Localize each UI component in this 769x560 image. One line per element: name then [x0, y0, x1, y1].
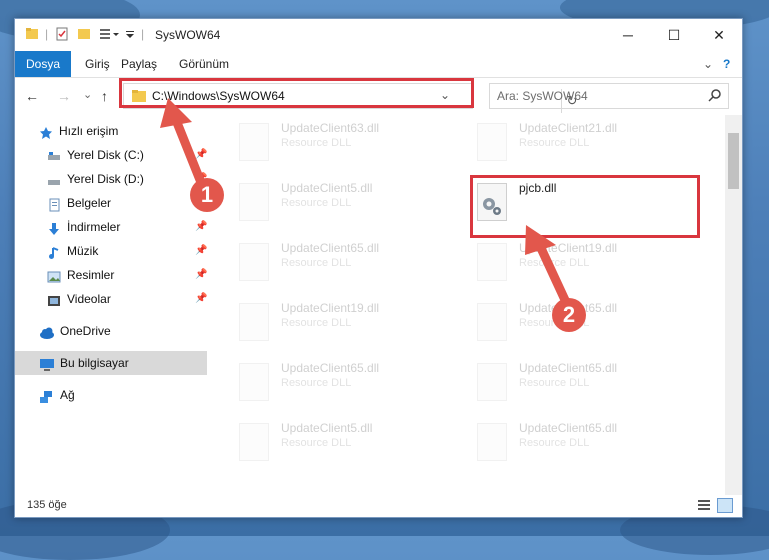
step-badge-2: 2	[552, 298, 586, 332]
step-badge-1: 1	[190, 178, 224, 212]
annotation-arrows	[160, 98, 570, 305]
arrow-1	[171, 115, 205, 185]
arrow-2	[535, 241, 570, 305]
arrow-1-head	[160, 98, 192, 128]
